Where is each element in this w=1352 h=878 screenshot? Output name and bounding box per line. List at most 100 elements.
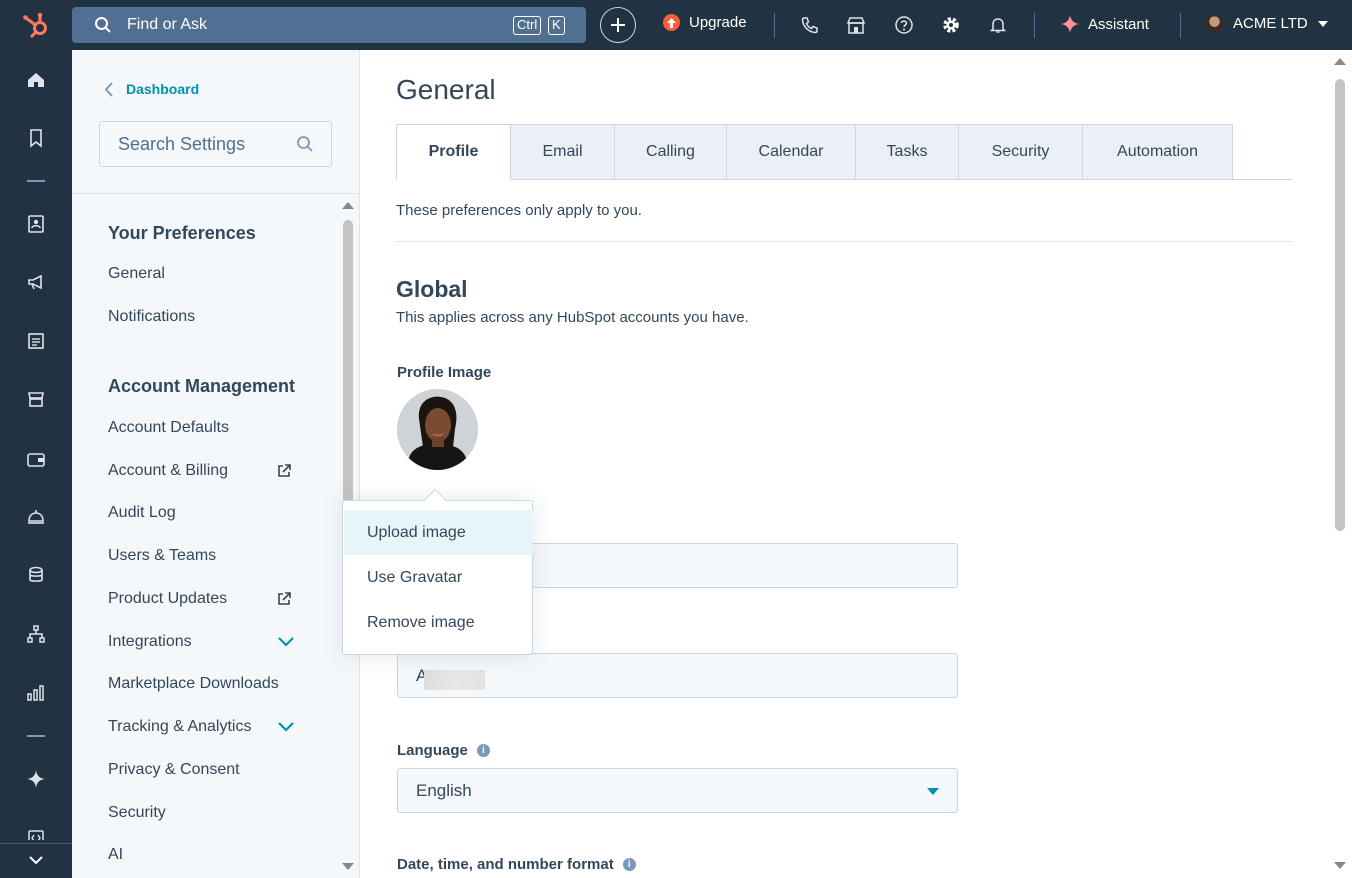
global-search-label: Find or Ask [127,16,208,33]
back-to-dashboard-link[interactable]: Dashboard [104,81,199,97]
service-bell-icon[interactable] [26,506,46,526]
rail-divider [27,180,45,182]
profile-image-label-text: Profile Image [397,364,492,381]
settings-sidebar: Dashboard Your Preferences General Notif… [72,50,360,878]
external-link-icon [278,592,291,605]
tab-baseline [1233,179,1293,180]
left-navigation-rail [0,50,72,878]
wallet-icon[interactable] [26,449,46,469]
main-scrollbar[interactable] [1333,56,1347,878]
chevron-down-icon [29,856,43,865]
account-menu[interactable]: ACME LTD [1205,14,1328,33]
assistant-label: Assistant [1088,15,1149,33]
global-section-subtitle: This applies across any HubSpot accounts… [396,309,749,326]
assistant-button[interactable]: Assistant [1061,15,1149,33]
preferences-note: These preferences only apply to you. [396,202,642,219]
plus-icon [611,18,625,32]
sidebar-item-integrations[interactable]: Integrations [108,633,192,651]
user-avatar [1205,14,1224,33]
sidebar-item-marketplace-downloads[interactable]: Marketplace Downloads [108,675,279,693]
help-icon[interactable] [894,15,914,35]
chevron-down-icon[interactable] [277,636,295,648]
date-format-label: Date, time, and number format i [397,856,636,873]
developer-code-icon[interactable] [26,828,46,840]
upgrade-arrow-icon [663,14,680,31]
hubspot-logo-icon[interactable] [20,9,52,41]
workflows-icon[interactable] [26,624,46,644]
topbar-divider [774,13,775,38]
sidebar-item-audit-log[interactable]: Audit Log [108,504,176,522]
sidebar-scroll-thumb[interactable] [343,220,353,510]
home-icon[interactable] [26,70,46,90]
marketing-megaphone-icon[interactable] [26,272,46,292]
content-icon[interactable] [26,331,46,351]
breeze-sparkle-icon[interactable] [26,769,46,789]
shortcut-ctrl-key: Ctrl [513,16,542,35]
search-icon[interactable] [296,135,314,153]
rail-divider [27,735,45,737]
sidebar-item-security[interactable]: Security [108,804,166,822]
sparkle-icon [1061,15,1079,33]
topbar-divider [1034,13,1035,38]
last-name-field[interactable]: A [397,653,958,698]
tab-tasks[interactable]: Tasks [856,124,959,180]
info-icon[interactable]: i [476,744,490,757]
create-new-button[interactable] [600,7,636,43]
chevron-left-icon [104,81,113,97]
sidebar-item-general[interactable]: General [108,265,165,283]
tab-profile[interactable]: Profile [396,124,511,180]
tab-security[interactable]: Security [959,124,1083,180]
upload-image-option[interactable]: Upload image [344,510,533,555]
top-navigation-bar: Find or Ask Ctrl K Upgrade Assistant ACM… [0,0,1352,50]
remove-image-option[interactable]: Remove image [344,600,533,645]
language-value: English [416,781,472,800]
chevron-down-icon[interactable] [277,721,295,733]
sidebar-item-users-teams[interactable]: Users & Teams [108,547,216,565]
scroll-up-arrow-icon[interactable] [341,200,355,210]
sidebar-item-tracking-analytics[interactable]: Tracking & Analytics [108,718,251,736]
marketplace-icon[interactable] [846,15,866,35]
sidebar-item-ai[interactable]: AI [108,846,123,864]
section-divider [396,241,1293,242]
phone-icon[interactable] [800,15,820,35]
sidebar-item-notifications[interactable]: Notifications [108,308,195,326]
sidebar-item-account-defaults[interactable]: Account Defaults [108,419,229,437]
settings-gear-icon[interactable] [941,15,961,35]
topbar-divider [1180,13,1181,38]
page-title: General [396,74,496,105]
sidebar-item-product-updates[interactable]: Product Updates [108,590,227,608]
rail-expand-button[interactable] [0,843,72,878]
scroll-down-arrow-icon[interactable] [1333,861,1347,871]
reports-chart-icon[interactable] [26,683,46,703]
upgrade-button[interactable]: Upgrade [663,14,747,31]
upgrade-label: Upgrade [689,14,747,31]
database-icon[interactable] [26,565,46,585]
settings-search [99,121,332,167]
external-link-icon [278,464,291,477]
global-section-title: Global [396,276,468,302]
sidebar-item-privacy-consent[interactable]: Privacy & Consent [108,761,240,779]
scroll-down-arrow-icon[interactable] [341,862,355,872]
main-scroll-thumb[interactable] [1335,79,1345,531]
sidebar-item-account-billing[interactable]: Account & Billing [108,462,228,480]
profile-image-avatar[interactable] [397,389,478,470]
date-format-label-text: Date, time, and number format [397,856,614,873]
language-select[interactable]: English [397,768,958,813]
main-content: General Profile Email Calling Calendar T… [360,50,1352,878]
tab-email[interactable]: Email [511,124,615,180]
notifications-bell-icon[interactable] [988,15,1008,35]
tab-automation[interactable]: Automation [1083,124,1233,180]
info-icon[interactable]: i [622,858,636,871]
tab-calling[interactable]: Calling [615,124,727,180]
bookmark-icon[interactable] [26,128,46,148]
redacted-blur [424,670,485,690]
use-gravatar-option[interactable]: Use Gravatar [344,555,533,600]
global-search-bar[interactable]: Find or Ask Ctrl K [72,7,586,43]
commerce-store-icon[interactable] [26,389,46,409]
contacts-icon[interactable] [26,214,46,234]
settings-tabs: Profile Email Calling Calendar Tasks Sec… [396,124,1233,180]
scroll-up-arrow-icon[interactable] [1333,56,1347,66]
language-label: Language i [397,742,490,759]
search-icon [94,16,112,39]
tab-calendar[interactable]: Calendar [727,124,856,180]
